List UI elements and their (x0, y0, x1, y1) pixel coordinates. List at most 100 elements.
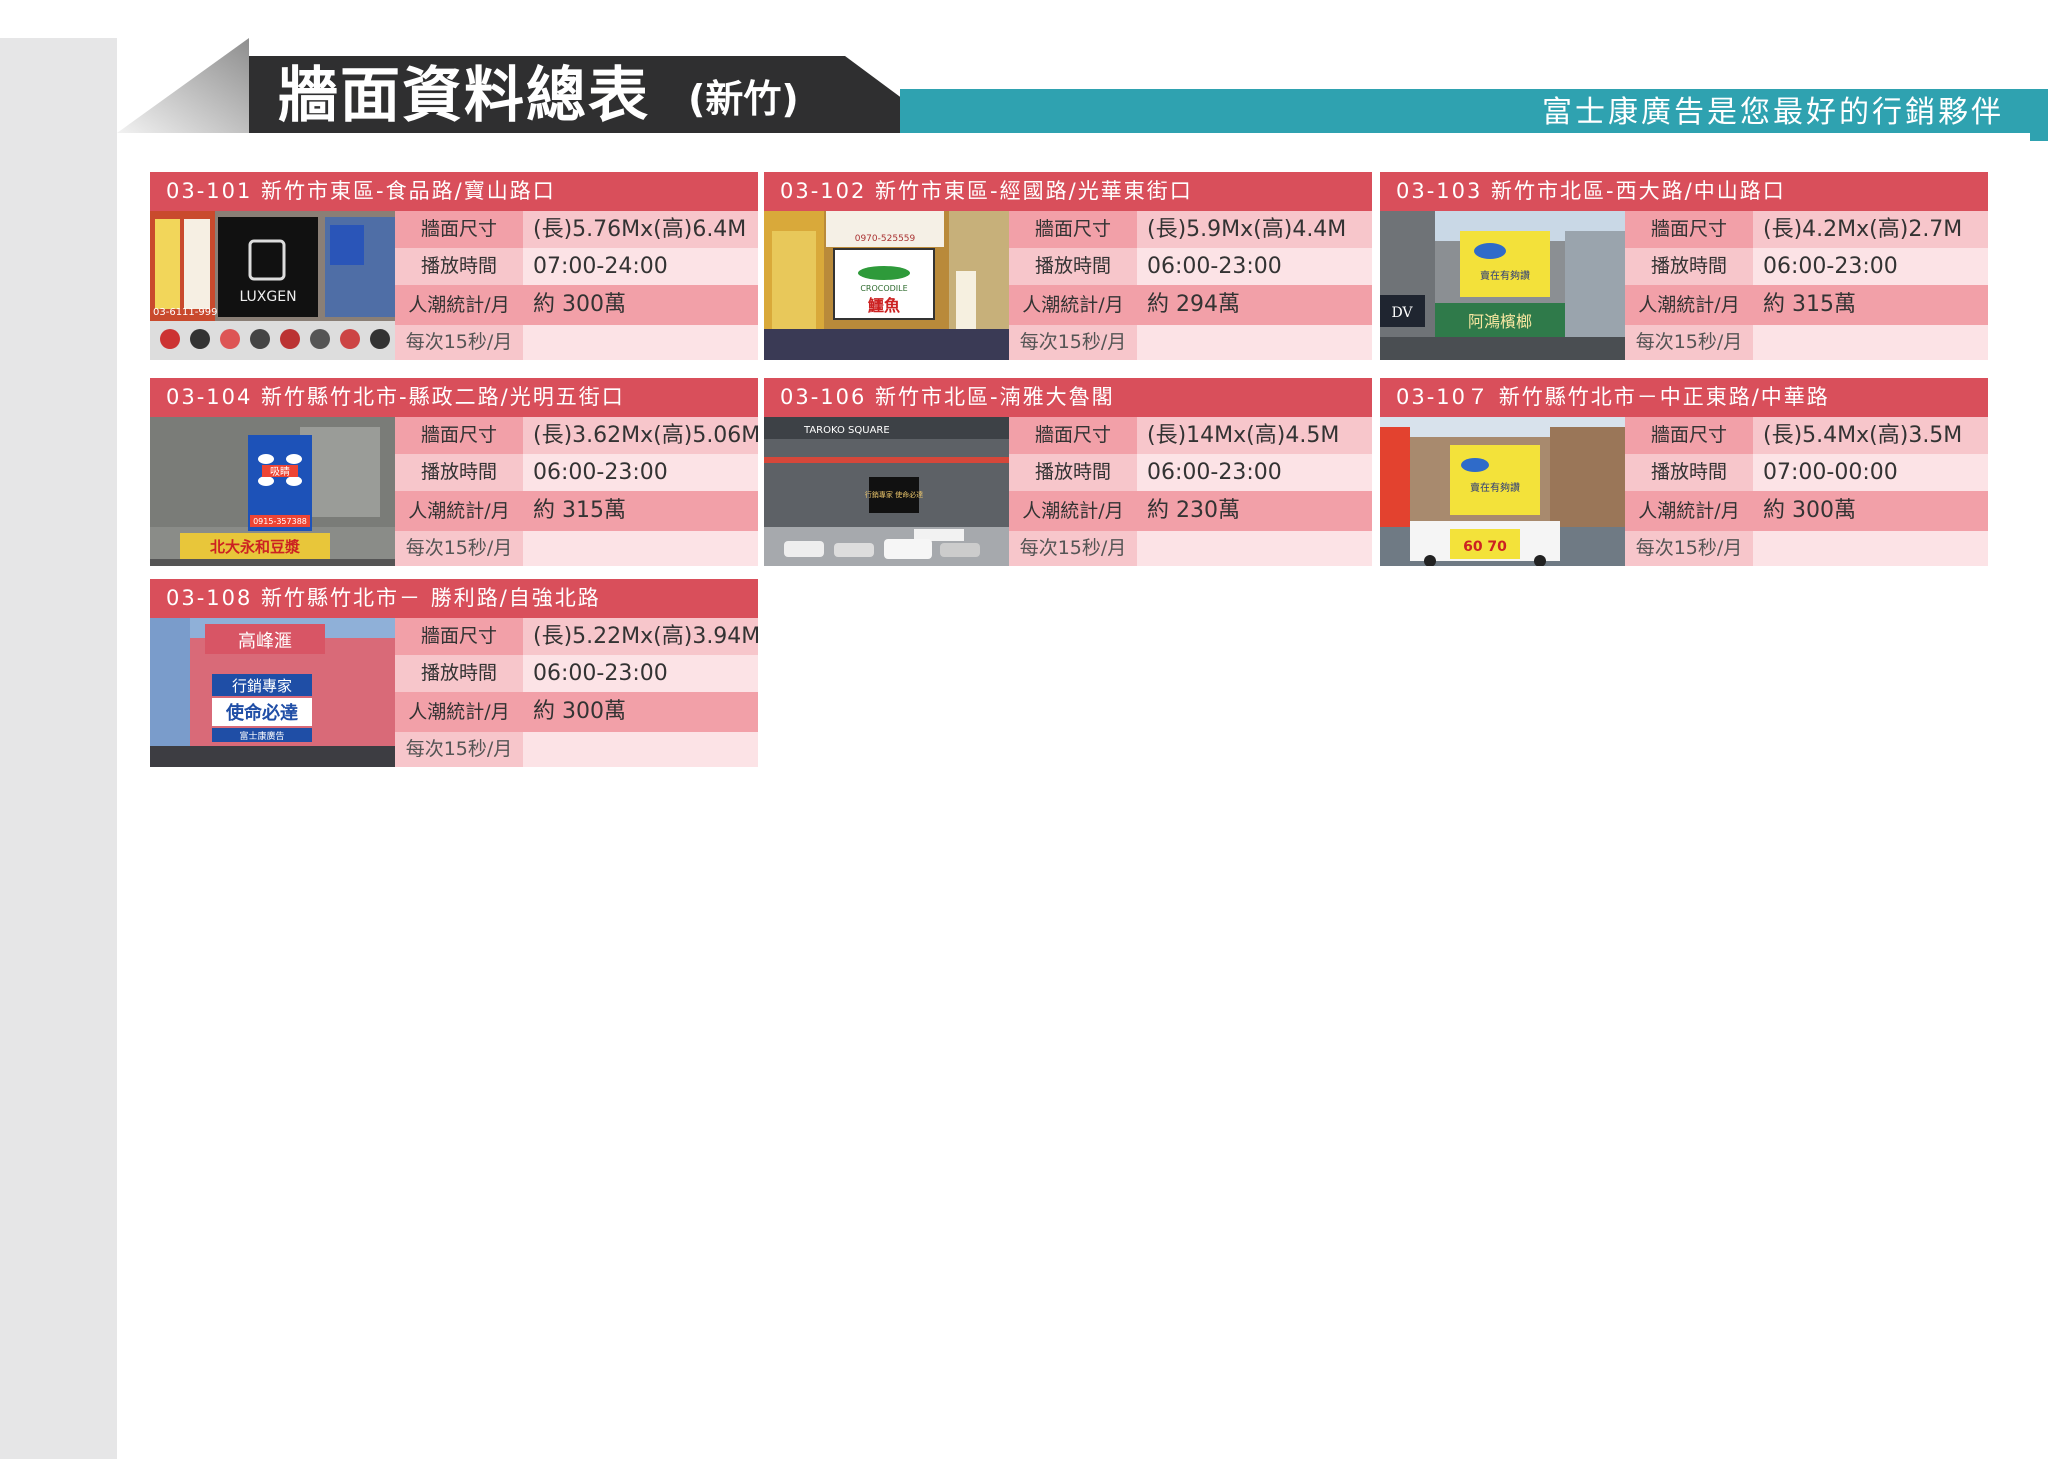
billboard-card[interactable]: 03-104 新竹縣竹北市-縣政二路/光明五街口 吸睛 0915-357388 … (150, 378, 758, 566)
photo-store-text: 阿鴻檳榔 (1468, 312, 1532, 331)
traffic-value: 約 300萬 (1753, 491, 1988, 531)
billboard-card[interactable]: 03-106 新竹市北區-湳雅大魯閣 TAROKO SQUARE 行銷專家 使命… (764, 378, 1372, 566)
hours-value: 06:00-23:00 (1137, 248, 1372, 285)
traffic-row: 人潮統計/月 約 294萬 (1009, 285, 1372, 325)
hours-value: 06:00-23:00 (523, 655, 758, 692)
traffic-row: 人潮統計/月 約 300萬 (395, 692, 758, 732)
billboard-card[interactable]: 03-108 新竹縣竹北市－ 勝利路/自強北路 高峰滙 行銷專家 使命必達 富士… (150, 579, 758, 767)
page-subtitle: (新竹) (688, 77, 799, 121)
per-spot-label: 每次15秒/月 (1625, 531, 1753, 566)
billboard-photo: 賣在有夠讚 60 70 (1380, 417, 1625, 566)
size-row: 牆面尺寸 (長)5.22Mx(高)3.94M (395, 618, 758, 655)
size-value: (長)5.4Mx(高)3.5M (1753, 417, 1988, 454)
traffic-row: 人潮統計/月 約 300萬 (395, 285, 758, 325)
billboard-card[interactable]: 03-101 新竹市東區-食品路/寶山路口 LUXGEN 03-6111-999… (150, 172, 758, 360)
per-spot-row: 每次15秒/月 (395, 531, 758, 566)
traffic-row: 人潮統計/月 約 315萬 (1625, 285, 1988, 325)
traffic-label: 人潮統計/月 (395, 285, 523, 325)
hours-label: 播放時間 (1009, 454, 1137, 491)
hours-row: 播放時間 07:00-24:00 (395, 248, 758, 285)
per-spot-label: 每次15秒/月 (1625, 325, 1753, 360)
size-row: 牆面尺寸 (長)4.2Mx(高)2.7M (1625, 211, 1988, 248)
traffic-row: 人潮統計/月 約 315萬 (395, 491, 758, 531)
billboard-card[interactable]: 03-102 新竹市東區-經國路/光華東街口 0970-525559 CROCO… (764, 172, 1372, 360)
size-row: 牆面尺寸 (長)5.76Mx(高)6.4M (395, 211, 758, 248)
traffic-label: 人潮統計/月 (395, 692, 523, 732)
hours-label: 播放時間 (395, 248, 523, 285)
photo-sign-text: 吸睛 (270, 466, 290, 478)
size-label: 牆面尺寸 (1625, 211, 1753, 248)
page-title: 牆面資料總表 (278, 61, 650, 131)
size-value: (長)5.9Mx(高)4.4M (1137, 211, 1372, 248)
per-spot-label: 每次15秒/月 (1009, 325, 1137, 360)
hours-label: 播放時間 (1625, 248, 1753, 285)
billboard-card[interactable]: 03-10７ 新竹縣竹北市－中正東路/中華路 賣在有夠讚 60 70 牆面尺寸 … (1380, 378, 1988, 566)
per-spot-label: 每次15秒/月 (395, 531, 523, 566)
photo-phone-text: 0915-357388 (253, 517, 307, 526)
card-title: 03-102 新竹市東區-經國路/光華東街口 (764, 172, 1372, 211)
photo-sign-text: TAROKO SQUARE (803, 425, 890, 436)
per-spot-row: 每次15秒/月 (1009, 531, 1372, 566)
size-value: (長)4.2Mx(高)2.7M (1753, 211, 1988, 248)
hours-row: 播放時間 06:00-23:00 (395, 454, 758, 491)
billboard-photo: 0970-525559 CROCODILE 鱷魚 (764, 211, 1009, 360)
size-label: 牆面尺寸 (1009, 417, 1137, 454)
photo-screen-text: 行銷專家 使命必達 (865, 490, 923, 499)
size-label: 牆面尺寸 (1009, 211, 1137, 248)
photo-sign-text: LUXGEN (239, 289, 296, 305)
size-label: 牆面尺寸 (1625, 417, 1753, 454)
traffic-value: 約 230萬 (1137, 491, 1372, 531)
photo-sign-text: CROCODILE (860, 284, 907, 293)
per-spot-value (523, 325, 758, 360)
hours-row: 播放時間 06:00-23:00 (1009, 454, 1372, 491)
photo-sign-text: 賣在有夠讚 (1480, 269, 1530, 282)
photo-phone-text: 0970-525559 (855, 234, 916, 244)
hours-row: 播放時間 07:00-00:00 (1625, 454, 1988, 491)
billboard-photo: TAROKO SQUARE 行銷專家 使命必達 (764, 417, 1009, 566)
per-spot-row: 每次15秒/月 (395, 325, 758, 360)
per-spot-value (1137, 531, 1372, 566)
card-title: 03-108 新竹縣竹北市－ 勝利路/自強北路 (150, 579, 758, 618)
per-spot-row: 每次15秒/月 (395, 732, 758, 767)
hours-value: 06:00-23:00 (523, 454, 758, 491)
size-label: 牆面尺寸 (395, 417, 523, 454)
per-spot-label: 每次15秒/月 (395, 325, 523, 360)
size-value: (長)14Mx(高)4.5M (1137, 417, 1372, 454)
card-title: 03-10７ 新竹縣竹北市－中正東路/中華路 (1380, 378, 1988, 417)
per-spot-value (1753, 325, 1988, 360)
traffic-value: 約 294萬 (1137, 285, 1372, 325)
size-label: 牆面尺寸 (395, 618, 523, 655)
hours-value: 06:00-23:00 (1753, 248, 1988, 285)
traffic-row: 人潮統計/月 約 300萬 (1625, 491, 1988, 531)
per-spot-label: 每次15秒/月 (395, 732, 523, 767)
card-title: 03-101 新竹市東區-食品路/寶山路口 (150, 172, 758, 211)
hours-value: 07:00-24:00 (523, 248, 758, 285)
hours-label: 播放時間 (1009, 248, 1137, 285)
per-spot-row: 每次15秒/月 (1625, 325, 1988, 360)
card-title: 03-106 新竹市北區-湳雅大魯閣 (764, 378, 1372, 417)
card-title: 03-104 新竹縣竹北市-縣政二路/光明五街口 (150, 378, 758, 417)
billboard-photo: LUXGEN 03-6111-999 (150, 211, 395, 360)
billboard-photo: 吸睛 0915-357388 北大永和豆漿 (150, 417, 395, 566)
hours-label: 播放時間 (395, 655, 523, 692)
photo-sign2-text: 鱷魚 (867, 296, 900, 315)
traffic-row: 人潮統計/月 約 230萬 (1009, 491, 1372, 531)
size-row: 牆面尺寸 (長)3.62Mx(高)5.06M (395, 417, 758, 454)
photo-line3-text: 富士康廣告 (239, 730, 284, 742)
size-value: (長)3.62Mx(高)5.06M (523, 417, 758, 454)
billboard-photo: 賣在有夠讚 DV 阿鴻檳榔 (1380, 211, 1625, 360)
per-spot-label: 每次15秒/月 (1009, 531, 1137, 566)
traffic-label: 人潮統計/月 (395, 491, 523, 531)
slogan-text: 富士康廣告是您最好的行銷夥伴 (1542, 95, 2004, 130)
photo-sign-text: 高峰滙 (238, 631, 292, 652)
size-row: 牆面尺寸 (長)14Mx(高)4.5M (1009, 417, 1372, 454)
per-spot-value (1753, 531, 1988, 566)
hours-row: 播放時間 06:00-23:00 (1625, 248, 1988, 285)
traffic-value: 約 300萬 (523, 692, 758, 732)
hours-label: 播放時間 (395, 454, 523, 491)
header-fold-decoration (117, 38, 249, 133)
traffic-value: 約 315萬 (523, 491, 758, 531)
billboard-card[interactable]: 03-103 新竹市北區-西大路/中山路口 賣在有夠讚 DV 阿鴻檳榔 牆面尺寸… (1380, 172, 1988, 360)
traffic-value: 約 315萬 (1753, 285, 1988, 325)
per-spot-value (1137, 325, 1372, 360)
